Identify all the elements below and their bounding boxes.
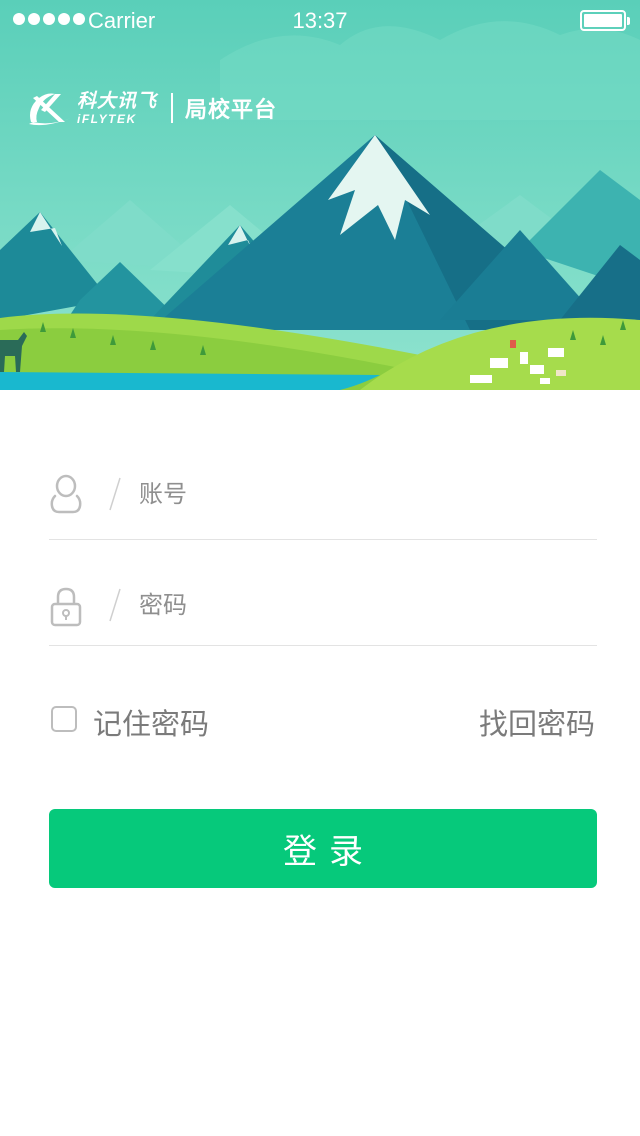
brand-name-cn: 科大讯飞 (77, 89, 158, 112)
login-button[interactable]: 登录 (49, 809, 597, 888)
password-field (49, 572, 597, 646)
account-field (49, 460, 597, 540)
forgot-password-link[interactable]: 找回密码 (479, 701, 595, 743)
brand-logo: 科大讯飞 iFLYTEK 局校平台 (25, 88, 277, 128)
field-separator (109, 477, 121, 511)
mountain-landscape-illustration (0, 0, 640, 390)
brand-wordmark: 科大讯飞 iFLYTEK (77, 89, 158, 126)
remember-password-label[interactable]: 记住密码 (93, 701, 209, 743)
login-screen: Carrier 13:37 科大讯飞 iFLYTEK 局校平台 账号 记住密码 … (0, 0, 640, 1136)
iflytek-logo-mark-icon (29, 93, 71, 126)
remember-row: 记住密码 找回密码 (49, 700, 597, 743)
platform-title: 局校平台 (185, 98, 278, 123)
account-input[interactable] (139, 474, 579, 514)
battery-icon (580, 10, 630, 31)
remember-password-checkbox[interactable] (51, 706, 77, 732)
lock-icon (50, 587, 82, 627)
status-time: 13:37 (292, 8, 348, 33)
password-input[interactable] (139, 585, 579, 625)
status-bar: Carrier 13:37 (0, 0, 640, 40)
brand-name-en: iFLYTEK (77, 111, 137, 126)
user-icon (50, 474, 82, 514)
header-banner: Carrier 13:37 科大讯飞 iFLYTEK 局校平台 (0, 0, 640, 390)
brand-divider (171, 93, 174, 123)
field-separator (109, 588, 121, 622)
